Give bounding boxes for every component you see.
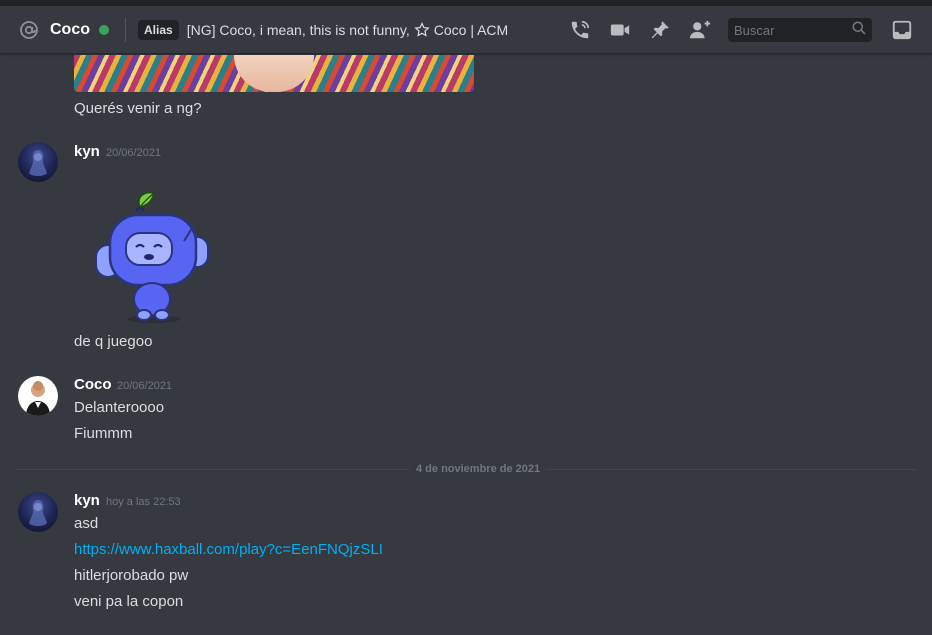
inbox-icon[interactable] [890,18,914,42]
date-divider-label: 4 de noviembre de 2021 [410,463,547,475]
avatar-kyn[interactable] [18,492,58,532]
search-bar[interactable] [728,18,872,42]
pin-icon[interactable] [648,18,672,42]
author-name[interactable]: kyn [74,492,100,509]
message-timestamp: hoy a las 22:53 [106,496,181,508]
attachment-image[interactable] [74,55,474,92]
attachment-image-detail [234,55,314,92]
author-name[interactable]: kyn [74,143,100,160]
message-link[interactable]: https://www.haxball.com/play?c=EenFNQjzS… [74,541,383,558]
call-icon[interactable] [568,18,592,42]
header-toolbar [552,6,914,54]
message-text: de q juegoo [74,333,153,350]
add-friend-icon[interactable] [688,18,712,42]
message-timestamp: 20/06/2021 [117,380,173,392]
channel-header: Coco Alias [NG] Coco, i mean, this is no… [0,6,932,54]
alias-text-before: [NG] Coco, i mean, this is not funny, [186,21,410,38]
message-text: veni pa la copon [74,593,184,610]
avatar-coco[interactable] [18,376,58,416]
alias-text: [NG] Coco, i mean, this is not funny, Co… [187,22,509,38]
author-name[interactable]: Coco [74,376,112,393]
message-timestamp: 20/06/2021 [106,147,162,159]
message-text: Fiummm [74,425,133,442]
message-text: asd [74,515,99,532]
star-icon [414,21,430,38]
online-status-dot [99,24,109,35]
search-icon [852,21,866,40]
alias-badge: Alias [138,19,179,40]
message-text: Querés venir a ng? [74,100,202,117]
message-text: hitlerjorobado pw [74,567,189,584]
header-divider [125,17,126,42]
message-list[interactable]: Querés venir a ng? kyn 20/06/2021 de q j… [0,55,932,635]
alias-text-after: Coco | ACM [433,21,509,38]
at-icon [18,19,40,41]
message-text: Delanteroooo [74,399,165,416]
dm-name: Coco [50,20,90,38]
search-input[interactable] [734,22,844,38]
avatar-kyn[interactable] [18,142,58,182]
video-icon[interactable] [608,18,632,42]
wumpus-sticker[interactable] [74,187,234,327]
